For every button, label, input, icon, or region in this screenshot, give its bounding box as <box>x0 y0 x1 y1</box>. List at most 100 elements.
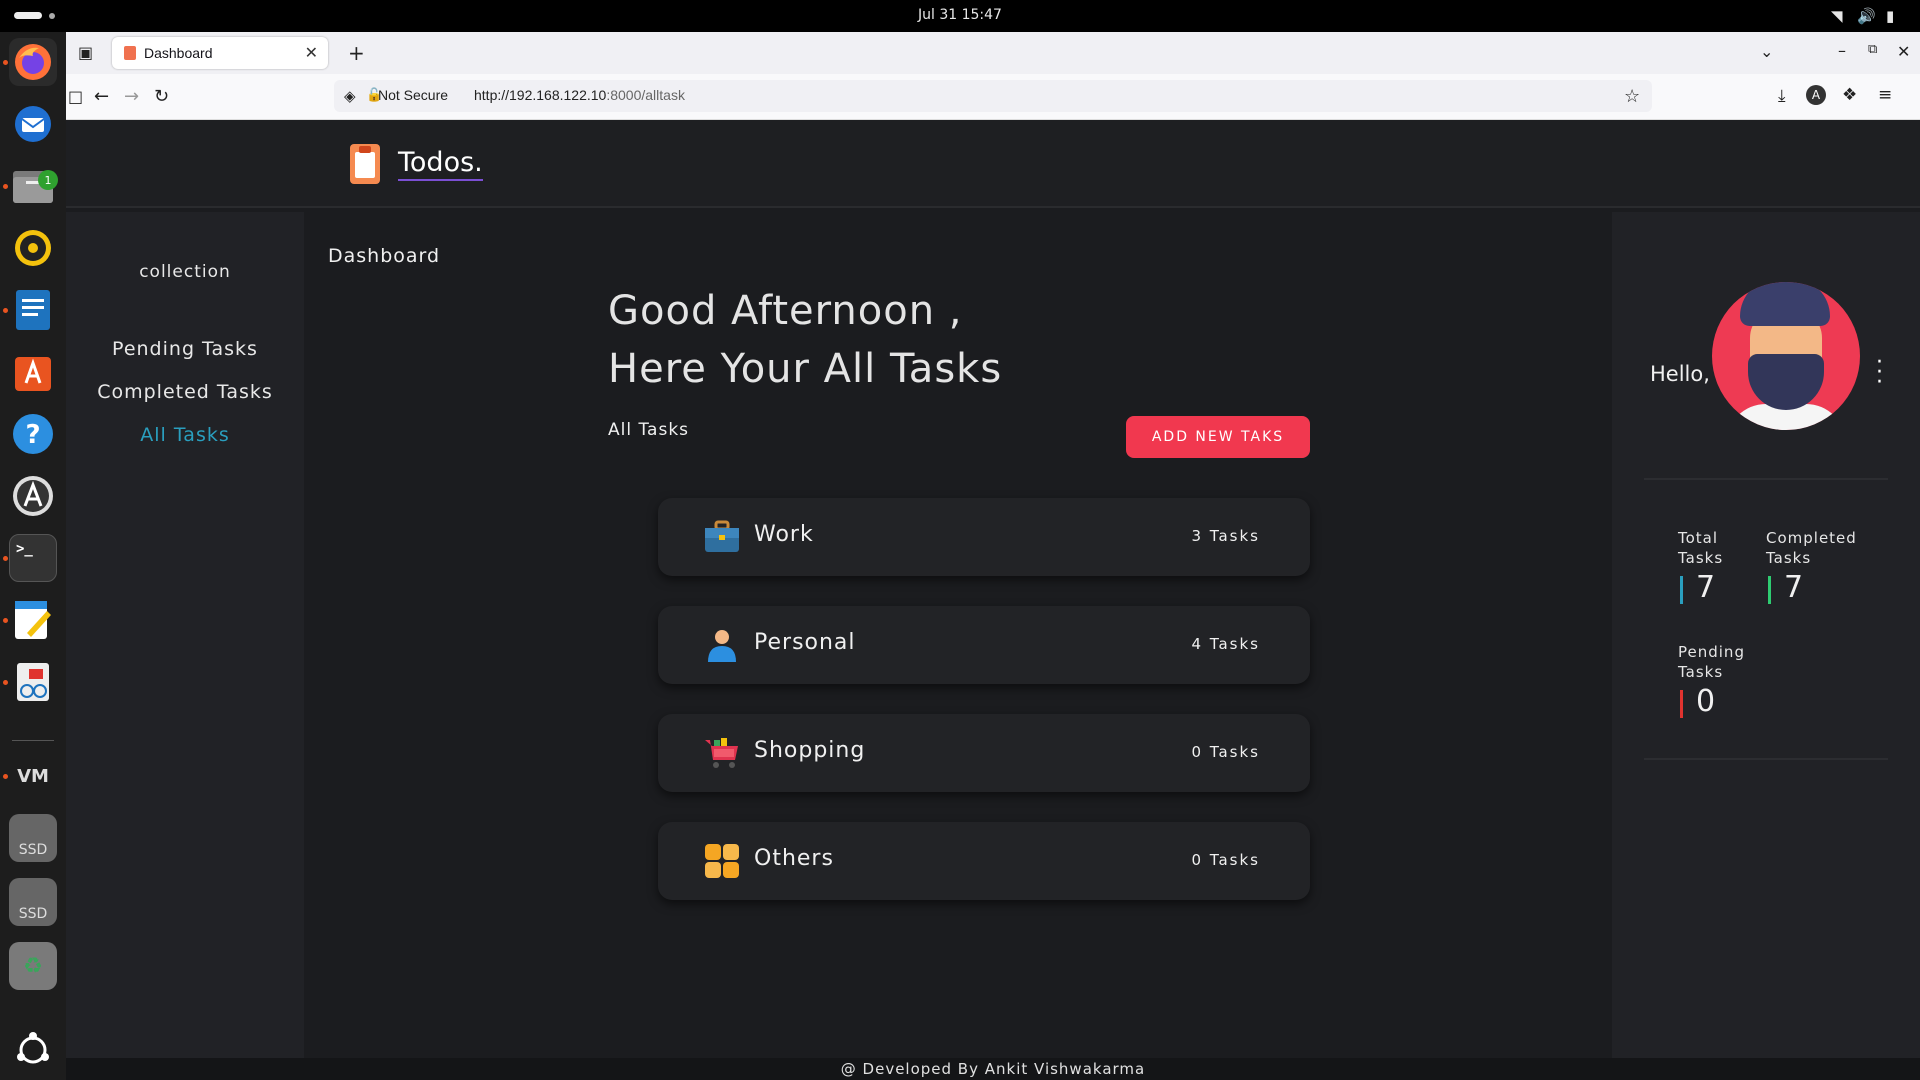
back-icon[interactable]: ← <box>94 86 109 107</box>
tab-overview-icon[interactable]: ▣ <box>78 43 93 62</box>
pending-tasks-value: 0 <box>1696 684 1716 719</box>
greeting-line-2: Here Your All Tasks <box>608 346 1003 392</box>
terminal-icon[interactable]: >_ <box>9 534 57 582</box>
panel-divider <box>1644 478 1888 480</box>
app-logo-text[interactable]: Todos. <box>398 147 483 181</box>
url-text[interactable]: http://192.168.122.10:8000/alltask <box>474 87 685 103</box>
page-title: Dashboard <box>328 245 441 267</box>
completed-tasks-bar <box>1768 576 1771 604</box>
category-count: 0 Tasks <box>1191 851 1260 869</box>
panel-divider <box>1644 758 1888 760</box>
ssd-drive-icon[interactable]: SSD <box>9 814 57 862</box>
app-header: Todos. <box>66 120 1920 208</box>
forward-icon[interactable]: → <box>124 86 139 107</box>
page-footer: @ Developed By Ankit Vishwakarma <box>66 1058 1920 1080</box>
clipboard-logo-icon <box>350 144 380 184</box>
total-tasks-value: 7 <box>1696 570 1716 605</box>
shopping-cart-icon <box>705 738 738 768</box>
stat-label-line: Pending <box>1678 643 1745 661</box>
system-clock[interactable]: Jul 31 15:47 <box>0 7 1920 23</box>
minimize-icon[interactable]: – <box>1838 41 1846 60</box>
help-icon[interactable]: ? <box>9 410 57 458</box>
ubuntu-dock: 1 ? >_ VM SSD SSD ♻ <box>0 32 66 1080</box>
extensions-icon[interactable]: ❖ <box>1842 85 1857 105</box>
wifi-icon[interactable]: ◥ <box>1831 7 1843 25</box>
app-menu-icon[interactable]: ≡ <box>1878 85 1892 105</box>
system-top-bar: Jul 31 15:47 ◥ 🔊 ▮ <box>0 0 1920 32</box>
todo-app-page: Todos. collection Pending Tasks Complete… <box>66 120 1920 1080</box>
address-bar[interactable]: ◈ 🔓 Not Secure http://192.168.122.10:800… <box>334 80 1652 112</box>
category-name: Shopping <box>754 738 866 763</box>
completed-tasks-value: 7 <box>1784 570 1804 605</box>
rhythmbox-icon[interactable] <box>9 224 57 272</box>
close-tab-icon[interactable]: ✕ <box>305 43 318 62</box>
category-name: Personal <box>754 630 856 655</box>
new-tab-icon[interactable]: + <box>348 41 365 65</box>
ssd-drive-icon[interactable]: SSD <box>9 878 57 926</box>
completed-tasks-label: Completed Tasks <box>1766 528 1857 568</box>
restore-icon[interactable]: ⧉ <box>1868 42 1877 57</box>
firefox-icon[interactable] <box>9 38 57 86</box>
stat-label-line: Tasks <box>1678 549 1724 567</box>
reload-icon[interactable]: ↻ <box>154 86 169 107</box>
stat-label-line: Total <box>1678 529 1719 547</box>
ssd-label: SSD <box>18 906 48 922</box>
category-card-personal[interactable]: Personal 4 Tasks <box>658 606 1310 684</box>
volume-icon[interactable]: 🔊 <box>1857 7 1876 25</box>
collection-sidebar: collection Pending Tasks Completed Tasks… <box>66 212 304 1058</box>
stat-label-line: Tasks <box>1678 663 1724 681</box>
sidebar-item-completed-tasks[interactable]: Completed Tasks <box>66 381 304 403</box>
more-options-icon[interactable]: · · · <box>1876 352 1883 394</box>
close-window-icon[interactable]: ✕ <box>1897 42 1910 61</box>
sidebar-title: collection <box>139 262 231 282</box>
account-icon[interactable]: A <box>1806 85 1826 105</box>
stat-label-line: Tasks <box>1766 549 1812 567</box>
pending-tasks-label: Pending Tasks <box>1678 642 1745 682</box>
category-count: 4 Tasks <box>1191 635 1260 653</box>
tab-bar: ▣ Dashboard ✕ + ⌄ – ⧉ ✕ <box>66 32 1920 74</box>
total-tasks-label: Total Tasks <box>1678 528 1723 568</box>
battery-icon[interactable]: ▮ <box>1886 7 1894 25</box>
files-badge: 1 <box>38 170 58 190</box>
todo-favicon-icon <box>124 46 136 60</box>
category-count: 0 Tasks <box>1191 743 1260 761</box>
text-editor-icon[interactable] <box>9 596 57 644</box>
vm-icon[interactable]: VM <box>9 752 57 800</box>
downloads-icon[interactable]: ⤓ <box>1778 86 1786 106</box>
trash-icon[interactable]: ♻ <box>9 942 57 990</box>
ubuntu-apps-icon[interactable] <box>9 1026 57 1074</box>
category-card-shopping[interactable]: Shopping 0 Tasks <box>658 714 1310 792</box>
svg-text:?: ? <box>25 420 40 450</box>
hello-text: Hello, <box>1650 362 1710 386</box>
category-card-others[interactable]: Others 0 Tasks <box>658 822 1310 900</box>
category-count: 3 Tasks <box>1191 527 1260 545</box>
bookmark-star-icon[interactable]: ☆ <box>1624 86 1640 107</box>
pending-tasks-bar <box>1680 690 1683 718</box>
url-path: :8000/alltask <box>606 87 685 103</box>
add-new-task-button[interactable]: ADD NEW TAKS <box>1126 416 1310 458</box>
thunderbird-icon[interactable] <box>9 100 57 148</box>
person-icon <box>708 630 736 662</box>
sidebar-item-all-tasks[interactable]: All Tasks <box>66 424 304 446</box>
shield-icon[interactable]: ◈ <box>344 87 356 105</box>
grid-icon <box>705 844 739 878</box>
category-name: Work <box>754 522 814 547</box>
avatar[interactable] <box>1712 282 1860 430</box>
tab-dashboard[interactable]: Dashboard ✕ <box>112 37 328 69</box>
briefcase-icon <box>705 520 739 552</box>
sidebar-item-pending-tasks[interactable]: Pending Tasks <box>66 338 304 360</box>
list-tabs-icon[interactable]: ⌄ <box>1760 42 1773 61</box>
greeting-line-1: Good Afternoon , <box>608 288 963 334</box>
software-updater-icon[interactable] <box>9 472 57 520</box>
category-name: Others <box>754 846 834 871</box>
navigation-bar: □ ← → ↻ ◈ 🔓 Not Secure http://192.168.12… <box>66 74 1920 120</box>
category-card-work[interactable]: Work 3 Tasks <box>658 498 1310 576</box>
writer-icon[interactable] <box>9 286 57 334</box>
stat-label-line: Completed <box>1766 529 1857 547</box>
browser-window: ▣ Dashboard ✕ + ⌄ – ⧉ ✕ □ ← → ↻ ◈ 🔓 Not … <box>66 32 1920 1080</box>
tab-title: Dashboard <box>144 45 213 61</box>
security-label[interactable]: Not Secure <box>378 87 448 103</box>
app-center-icon[interactable] <box>9 348 57 396</box>
document-viewer-icon[interactable] <box>9 658 57 706</box>
sidebar-toggle-icon[interactable]: □ <box>68 87 86 106</box>
